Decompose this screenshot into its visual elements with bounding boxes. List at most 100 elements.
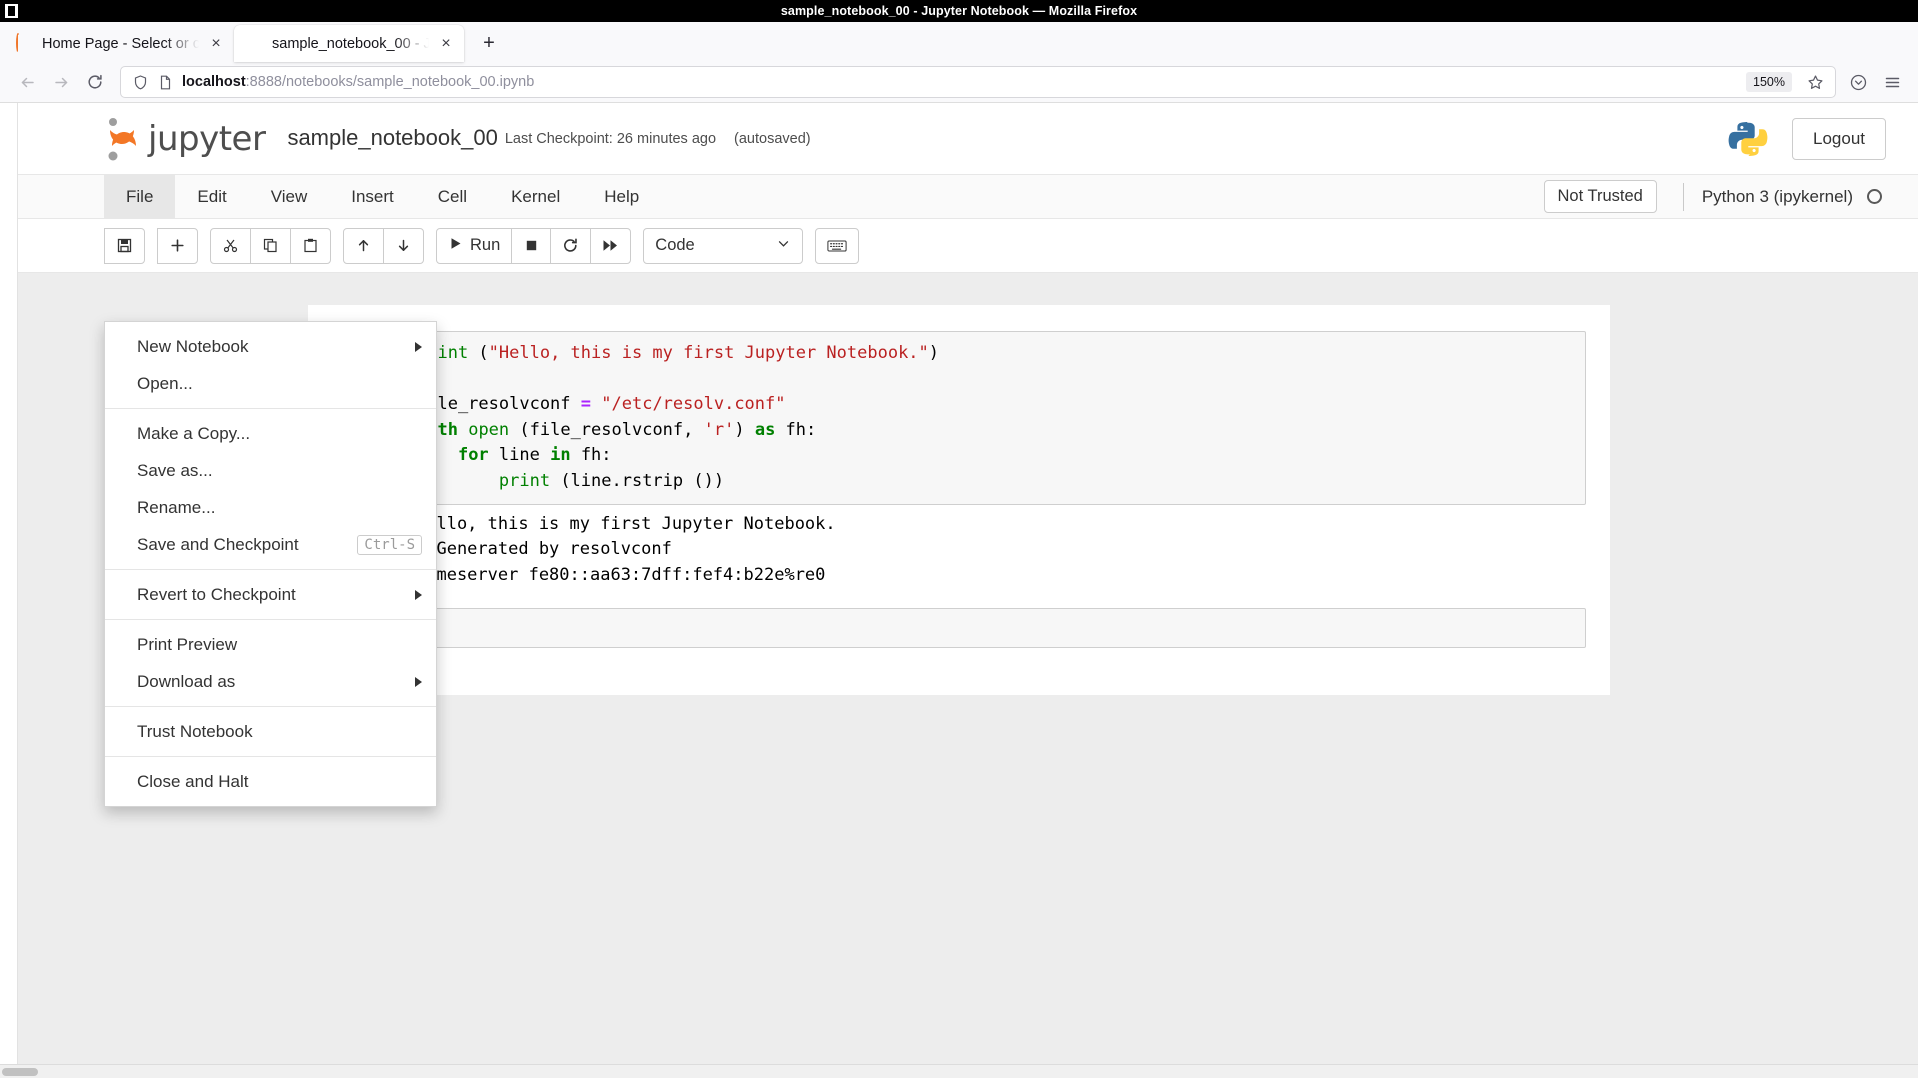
file-menu-label: Close and Halt xyxy=(137,772,249,792)
play-triangle-icon xyxy=(448,236,463,256)
jupyter-logo[interactable]: jupyter xyxy=(104,116,265,162)
file-menu-label: New Notebook xyxy=(137,337,249,357)
submenu-arrow-icon xyxy=(415,590,422,600)
file-menu-label: Rename... xyxy=(137,498,215,518)
submenu-arrow-icon xyxy=(415,677,422,687)
file-menu-label: Save as... xyxy=(137,461,213,481)
run-button[interactable]: Run xyxy=(436,228,512,264)
menu-divider xyxy=(105,706,436,707)
menu-cell[interactable]: Cell xyxy=(416,175,489,218)
menu-divider xyxy=(105,408,436,409)
browser-chrome: Home Page - Select or cre × sample_noteb… xyxy=(0,22,1918,102)
url-text: localhost:8888/notebooks/sample_notebook… xyxy=(182,74,1738,90)
file-menu-item-open[interactable]: Open... xyxy=(105,365,436,402)
notebook-cell[interactable]: In [1]: print ("Hello, this is my first … xyxy=(308,323,1610,600)
menu-divider xyxy=(105,619,436,620)
cut-scissors-icon[interactable] xyxy=(210,228,251,264)
status-badge-trust[interactable]: Not Trusted xyxy=(1544,180,1657,213)
page-icon xyxy=(157,74,174,91)
browser-tab-home-page[interactable]: Home Page - Select or cre × xyxy=(4,25,234,62)
toolbar-group-edit xyxy=(210,228,331,264)
menu-file[interactable]: File xyxy=(104,175,175,218)
add-cell-icon[interactable] xyxy=(157,228,198,264)
cell-type-value: Code xyxy=(655,236,694,255)
file-menu-item-revert-to-checkpoint[interactable]: Revert to Checkpoint xyxy=(105,576,436,613)
window-titlebar: sample_notebook_00 - Jupyter Notebook — … xyxy=(0,0,1918,22)
toolbar-group-run: Run xyxy=(436,228,631,264)
window-app-icon xyxy=(4,3,19,19)
file-menu-label: Save and Checkpoint xyxy=(137,535,299,555)
shield-icon xyxy=(132,74,149,91)
divider xyxy=(1683,183,1684,211)
hamburger-menu-icon[interactable] xyxy=(1876,66,1908,98)
file-menu-item-print-preview[interactable]: Print Preview xyxy=(105,626,436,663)
star-icon[interactable] xyxy=(1802,69,1828,95)
stop-square-icon[interactable] xyxy=(511,228,551,264)
file-menu-label: Trust Notebook xyxy=(137,722,253,742)
paste-icon[interactable] xyxy=(290,228,331,264)
file-menu-dropdown: New Notebook Open... Make a Copy... Save… xyxy=(104,321,437,807)
fast-forward-icon[interactable] xyxy=(590,228,631,264)
file-menu-item-new-notebook[interactable]: New Notebook xyxy=(105,328,436,365)
zoom-level-badge[interactable]: 150% xyxy=(1746,72,1792,92)
menu-help[interactable]: Help xyxy=(582,175,661,218)
page-viewport: jupyter sample_notebook_00 Last Checkpoi… xyxy=(0,102,1918,1078)
notebook-cell-empty[interactable]: In [ ]: xyxy=(308,600,1610,656)
kernel-name-label[interactable]: Python 3 (ipykernel) xyxy=(1702,187,1853,207)
menu-kernel[interactable]: Kernel xyxy=(489,175,582,218)
cell-code-input-empty[interactable] xyxy=(404,608,1586,648)
run-label: Run xyxy=(470,236,500,255)
cell-output: Hello, this is my first Jupyter Notebook… xyxy=(404,505,1586,593)
downloads-icon[interactable] xyxy=(1842,66,1874,98)
menubar-right-status: Not Trusted Python 3 (ipykernel) xyxy=(1544,175,1918,218)
browser-tabstrip: Home Page - Select or cre × sample_noteb… xyxy=(0,22,1918,62)
cell-code-input[interactable]: print ("Hello, this is my first Jupyter … xyxy=(404,331,1586,505)
scrollbar-thumb[interactable] xyxy=(2,1068,38,1076)
arrow-up-icon[interactable] xyxy=(343,228,384,264)
jupyter-notebook-icon xyxy=(246,35,263,52)
submenu-arrow-icon xyxy=(415,342,422,352)
file-menu-item-rename[interactable]: Rename... xyxy=(105,489,436,526)
menu-view[interactable]: View xyxy=(249,175,330,218)
browser-tab-sample-notebook[interactable]: sample_notebook_00 - Ju × xyxy=(234,25,464,62)
window-title: sample_notebook_00 - Jupyter Notebook — … xyxy=(0,4,1918,18)
browser-navigation-bar: localhost:8888/notebooks/sample_notebook… xyxy=(0,62,1918,102)
logout-button[interactable]: Logout xyxy=(1792,118,1886,160)
back-button[interactable] xyxy=(10,66,44,98)
forward-button[interactable] xyxy=(44,66,78,98)
restart-circular-arrow-icon[interactable] xyxy=(550,228,591,264)
toolbar-group-insert xyxy=(157,228,198,264)
keyboard-shortcut-label: Ctrl-S xyxy=(357,535,422,555)
file-menu-label: Revert to Checkpoint xyxy=(137,585,296,605)
file-menu-item-save-and-checkpoint[interactable]: Save and Checkpoint Ctrl-S xyxy=(105,526,436,563)
keyboard-icon[interactable] xyxy=(815,228,859,264)
file-menu-item-save-as[interactable]: Save as... xyxy=(105,452,436,489)
reload-button[interactable] xyxy=(78,66,112,98)
file-menu-label: Download as xyxy=(137,672,235,692)
horizontal-scrollbar[interactable] xyxy=(0,1064,1918,1078)
page-left-gutter xyxy=(0,103,18,1078)
copy-icon[interactable] xyxy=(250,228,291,264)
new-tab-button[interactable]: + xyxy=(474,28,504,58)
jupyter-logo-text: jupyter xyxy=(148,119,265,159)
menu-insert[interactable]: Insert xyxy=(329,175,416,218)
jupyter-header-right: Logout xyxy=(1728,118,1886,160)
arrow-down-icon[interactable] xyxy=(383,228,424,264)
file-menu-label: Print Preview xyxy=(137,635,237,655)
notebook-name[interactable]: sample_notebook_00 xyxy=(287,125,497,152)
url-host: localhost xyxy=(182,74,246,90)
menu-edit[interactable]: Edit xyxy=(175,175,248,218)
cell-type-select[interactable]: Code xyxy=(643,228,803,264)
chevron-down-icon xyxy=(776,236,791,256)
browser-tab-label: Home Page - Select or cre xyxy=(42,36,199,52)
file-menu-item-close-and-halt[interactable]: Close and Halt xyxy=(105,763,436,800)
file-menu-item-make-a-copy[interactable]: Make a Copy... xyxy=(105,415,436,452)
jupyter-menubar: File Edit View Insert Cell Kernel Help N… xyxy=(0,175,1918,219)
url-path: :8888/notebooks/sample_notebook_00.ipynb xyxy=(246,74,535,90)
save-floppy-icon[interactable] xyxy=(104,228,145,264)
close-icon[interactable]: × xyxy=(438,36,454,52)
close-icon[interactable]: × xyxy=(208,36,224,52)
file-menu-item-trust-notebook[interactable]: Trust Notebook xyxy=(105,713,436,750)
file-menu-item-download-as[interactable]: Download as xyxy=(105,663,436,700)
url-bar[interactable]: localhost:8888/notebooks/sample_notebook… xyxy=(120,66,1836,98)
